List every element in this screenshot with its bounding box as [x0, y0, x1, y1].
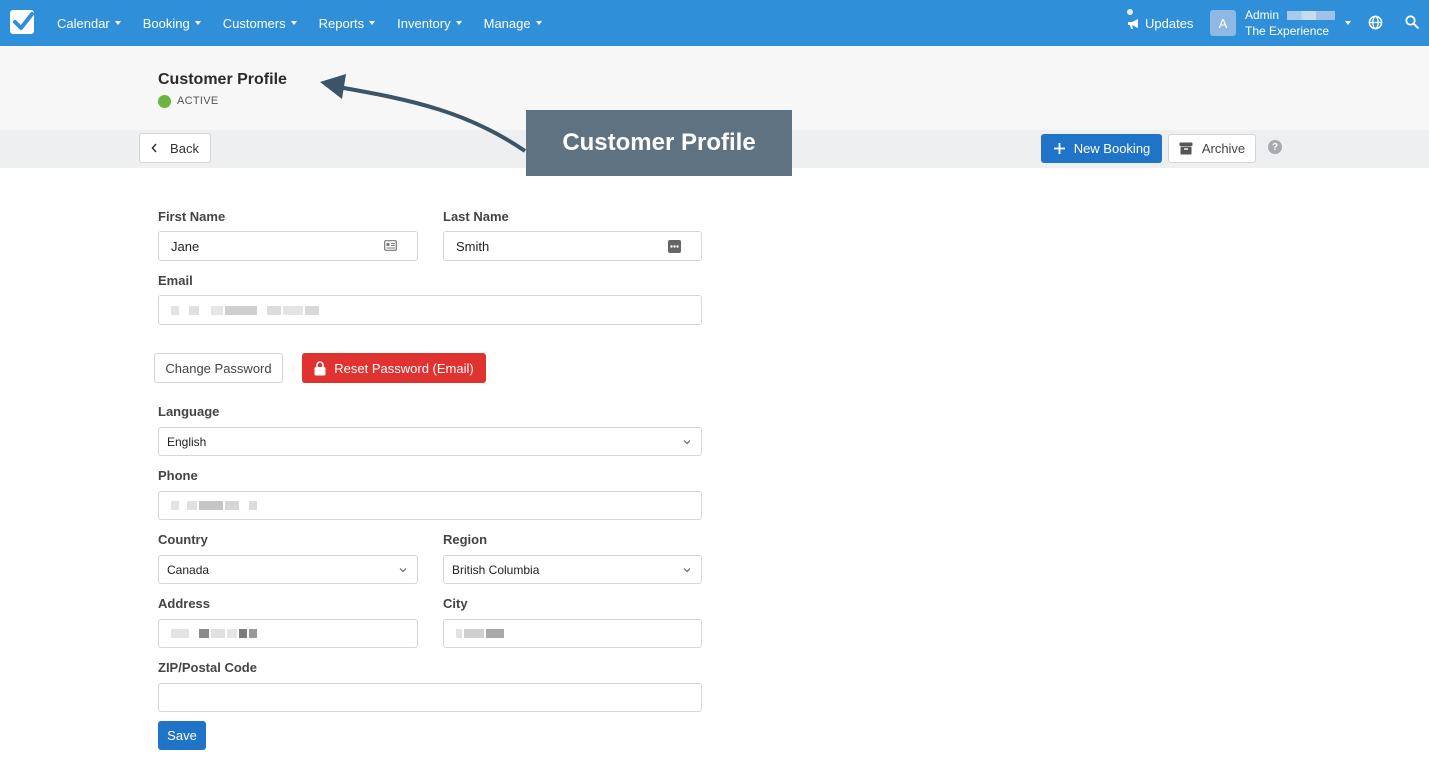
nav-inventory[interactable]: Inventory	[386, 16, 472, 31]
chevron-down-icon	[683, 568, 691, 573]
search-icon[interactable]	[1405, 15, 1419, 29]
caret-down-icon[interactable]	[1345, 21, 1351, 25]
archive-icon	[1179, 142, 1193, 155]
nav-calendar-label: Calendar	[57, 15, 110, 31]
country-select[interactable]: Canada	[158, 555, 418, 584]
country-label: Country	[158, 532, 208, 547]
zip-label: ZIP/Postal Code	[158, 660, 257, 675]
new-booking-button[interactable]: New Booking	[1041, 134, 1162, 163]
reset-password-label: Reset Password (Email)	[334, 360, 474, 376]
avatar[interactable]: A	[1210, 10, 1236, 36]
top-navbar: Calendar Booking Customers Reports Inven…	[0, 0, 1429, 46]
new-booking-label: New Booking	[1073, 141, 1151, 156]
user-name: Admin	[1245, 8, 1280, 22]
nav-calendar[interactable]: Calendar	[46, 16, 132, 31]
nav-customers[interactable]: Customers	[212, 16, 308, 31]
nav-manage-label: Manage	[483, 15, 531, 31]
nav-booking[interactable]: Booking	[132, 16, 212, 31]
last-name-field[interactable]: Smith	[443, 231, 702, 261]
zip-field[interactable]	[158, 683, 702, 712]
company-name: The Experience	[1245, 24, 1330, 38]
status-badge: ACTIVE	[177, 95, 219, 107]
redacted-city-value	[456, 626, 506, 641]
address-field[interactable]	[158, 619, 418, 648]
address-label: Address	[158, 596, 211, 611]
city-label: City	[443, 596, 468, 611]
plus-icon	[1053, 143, 1065, 154]
callout-label: Customer Profile	[526, 110, 792, 176]
help-icon[interactable]: ?	[1268, 140, 1282, 154]
country-value: Canada	[167, 562, 210, 577]
chevron-left-icon	[151, 143, 157, 153]
region-label: Region	[443, 532, 488, 547]
save-button[interactable]: Save	[158, 721, 206, 750]
phone-field[interactable]	[158, 491, 702, 520]
nav-reports[interactable]: Reports	[308, 16, 387, 31]
first-name-field[interactable]: Jane	[158, 231, 418, 261]
updates-button[interactable]: Updates	[1127, 0, 1193, 46]
nav-customers-label: Customers	[222, 15, 286, 31]
contact-card-icon[interactable]	[384, 240, 397, 251]
redacted-address-value	[171, 626, 259, 641]
language-label: Language	[158, 404, 220, 419]
region-select[interactable]: British Columbia	[443, 555, 702, 584]
callout-arrow-icon	[320, 74, 527, 153]
first-name-label: First Name	[158, 209, 226, 224]
lock-icon	[314, 360, 326, 375]
nav-inventory-label: Inventory	[397, 15, 451, 31]
app-logo-icon[interactable]	[10, 10, 34, 34]
status-active-icon	[158, 95, 171, 108]
caret-down-icon	[535, 21, 542, 25]
caret-down-icon	[455, 21, 462, 25]
city-field[interactable]	[443, 619, 702, 648]
account-menu[interactable]: Admin The Experience	[1245, 7, 1336, 39]
email-label: Email	[158, 273, 193, 288]
globe-icon[interactable]	[1368, 15, 1383, 30]
first-name-value: Jane	[171, 238, 200, 254]
chevron-down-icon	[399, 568, 407, 573]
language-select[interactable]: English	[158, 427, 702, 456]
language-value: English	[167, 434, 207, 449]
page-title: Customer Profile	[158, 71, 287, 88]
region-value: British Columbia	[452, 562, 540, 577]
last-name-label: Last Name	[443, 209, 509, 224]
nav-manage[interactable]: Manage	[473, 16, 553, 31]
reset-password-button[interactable]: Reset Password (Email)	[302, 353, 486, 383]
updates-label: Updates	[1145, 15, 1194, 31]
phone-label: Phone	[158, 468, 198, 483]
caret-down-icon	[369, 21, 376, 25]
chevron-down-icon	[683, 440, 691, 445]
notification-dot-icon	[1127, 9, 1133, 15]
caret-down-icon	[290, 21, 297, 25]
caret-down-icon	[194, 21, 201, 25]
archive-button[interactable]: Archive	[1168, 134, 1256, 163]
more-options-icon[interactable]	[668, 240, 681, 253]
archive-label: Archive	[1201, 141, 1246, 156]
caret-down-icon	[114, 21, 121, 25]
back-button[interactable]: Back	[139, 133, 211, 163]
email-field[interactable]	[158, 295, 702, 325]
megaphone-icon	[1128, 18, 1138, 29]
redacted-email-value	[171, 303, 321, 318]
redacted-text	[1287, 11, 1336, 21]
nav-reports-label: Reports	[318, 15, 365, 31]
main-menu: Calendar Booking Customers Reports Inven…	[46, 0, 553, 46]
nav-booking-label: Booking	[142, 15, 190, 31]
change-password-button[interactable]: Change Password	[154, 353, 283, 383]
back-button-label: Back	[170, 140, 199, 156]
redacted-phone-value	[171, 498, 259, 513]
last-name-value: Smith	[456, 238, 490, 254]
